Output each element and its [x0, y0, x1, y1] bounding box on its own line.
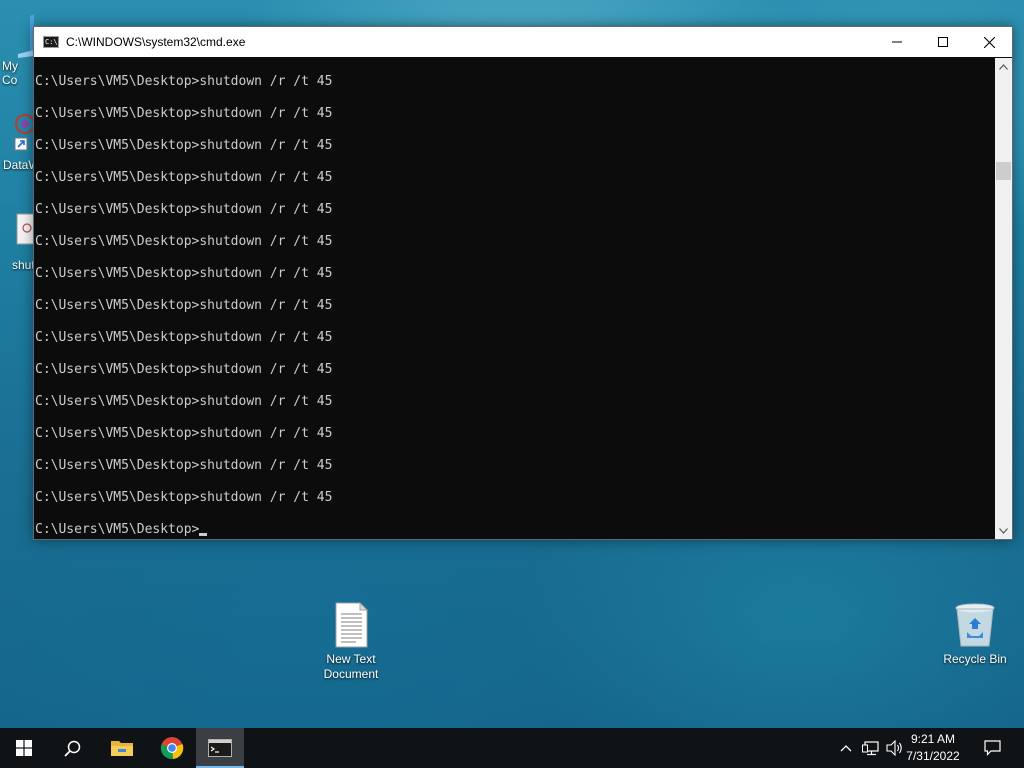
dataw-app-icon: [14, 114, 34, 151]
console-line: C:\Users\VM5\Desktop>shutdown /r /t 45: [35, 170, 333, 185]
console-line: C:\Users\VM5\Desktop>shutdown /r /t 45: [35, 106, 333, 121]
chevron-up-icon: [999, 63, 1008, 70]
start-button[interactable]: [0, 728, 48, 768]
network-button[interactable]: [860, 728, 882, 768]
cmd-icon: [208, 739, 232, 757]
minimize-button[interactable]: [874, 27, 920, 57]
vertical-scrollbar[interactable]: [995, 58, 1012, 539]
console-prompt: C:\Users\VM5\Desktop>: [35, 522, 200, 537]
clock-date: 7/31/2022: [906, 749, 960, 763]
console-line: C:\Users\VM5\Desktop>shutdown /r /t 45: [35, 234, 333, 249]
clock-time: 9:21 AM: [910, 732, 956, 746]
console-line: C:\Users\VM5\Desktop>shutdown /r /t 45: [35, 330, 333, 345]
chrome-icon: [160, 737, 184, 760]
file-explorer-icon: [111, 741, 133, 756]
network-icon: [862, 741, 879, 756]
scrollbar-thumb[interactable]: [996, 162, 1011, 180]
system-clock[interactable]: 9:21 AM 7/31/2022: [898, 731, 968, 765]
cmd-taskbar-button[interactable]: [196, 728, 244, 768]
console-line: C:\Users\VM5\Desktop>shutdown /r /t 45: [35, 394, 333, 409]
search-icon: [63, 740, 80, 757]
close-icon: [983, 36, 995, 48]
notification-center-button[interactable]: [978, 728, 1006, 768]
desktop-icon-new-text-document[interactable]: New Text Document: [311, 602, 391, 682]
console-prompt-line[interactable]: C:\Users\VM5\Desktop>: [35, 522, 208, 537]
desktop-icon-label: shut: [12, 258, 35, 272]
console-line: C:\Users\VM5\Desktop>shutdown /r /t 45: [35, 298, 333, 313]
console-line: C:\Users\VM5\Desktop>shutdown /r /t 45: [35, 458, 333, 473]
console-line: C:\Users\VM5\Desktop>shutdown /r /t 45: [35, 138, 333, 153]
maximize-button[interactable]: [920, 27, 966, 57]
desktop-icon-label: Recycle Bin: [943, 652, 1007, 666]
close-button[interactable]: [966, 27, 1012, 57]
console-line: C:\Users\VM5\Desktop>shutdown /r /t 45: [35, 202, 333, 217]
maximize-icon: [938, 37, 948, 47]
scroll-up-button[interactable]: [995, 58, 1012, 75]
text-document-icon: [335, 602, 369, 648]
desktop-icon-my-computer[interactable]: My Co: [0, 8, 34, 87]
recycle-bin-icon: [955, 603, 995, 647]
file-explorer-button[interactable]: [98, 728, 146, 768]
console-line: C:\Users\VM5\Desktop>shutdown /r /t 45: [35, 426, 333, 441]
chevron-up-icon: [840, 745, 852, 752]
minimize-icon: [892, 41, 902, 43]
show-hidden-icons-button[interactable]: [836, 728, 856, 768]
console-line: C:\Users\VM5\Desktop>shutdown /r /t 45: [35, 490, 333, 505]
window-title: C:\WINDOWS\system32\cmd.exe: [66, 35, 246, 49]
taskbar: 9:21 AM 7/31/2022: [0, 728, 1024, 768]
console-line: C:\Users\VM5\Desktop>shutdown /r /t 45: [35, 266, 333, 281]
title-bar[interactable]: C:\_ C:\WINDOWS\system32\cmd.exe: [34, 27, 1012, 57]
chevron-down-icon: [999, 527, 1008, 534]
monitor-icon: [18, 14, 34, 58]
console-line: C:\Users\VM5\Desktop>shutdown /r /t 45: [35, 362, 333, 377]
notification-icon: [983, 740, 1001, 756]
chrome-button[interactable]: [148, 728, 196, 768]
cmd-window[interactable]: C:\_ C:\WINDOWS\system32\cmd.exe C:\User…: [33, 26, 1013, 540]
text-cursor: [199, 533, 208, 536]
search-button[interactable]: [48, 728, 96, 768]
desktop-icon-recycle-bin[interactable]: Recycle Bin: [935, 602, 1015, 667]
scroll-down-button[interactable]: [995, 522, 1012, 539]
desktop-icon-shutdown-file[interactable]: shut: [0, 208, 35, 276]
start-icon: [16, 740, 32, 756]
cmd-window-icon: C:\_: [43, 36, 62, 48]
console-line: C:\Users\VM5\Desktop>shutdown /r /t 45: [35, 74, 333, 89]
desktop-icon-label: My Co: [2, 59, 18, 87]
file-icon: [16, 213, 34, 245]
desktop-icon-dataw[interactable]: DataW: [0, 108, 40, 176]
console-output[interactable]: C:\Users\VM5\Desktop>shutdown /r /t 45 C…: [34, 58, 995, 539]
desktop-icon-label: New Text Document: [323, 652, 379, 681]
